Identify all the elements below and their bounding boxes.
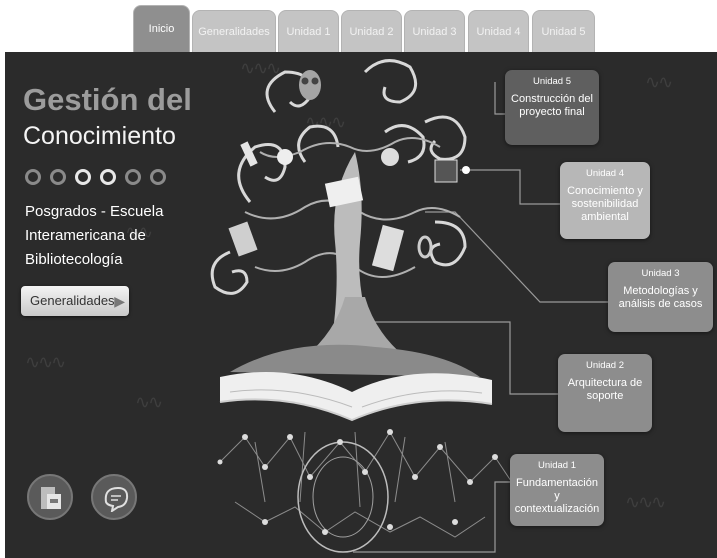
unit-1-description: Fundamentación y contextualización — [514, 477, 600, 515]
unit-4-card[interactable]: Unidad 4 Conocimiento y sostenibilidad a… — [560, 162, 650, 239]
nav-dot[interactable] — [75, 169, 91, 185]
main-stage: ∿∿∿ ∿∿∿ ∿∿ ∿∿ ∿∿∿ ∿∿ ∿∿ ∿∿∿ — [5, 52, 717, 558]
nav-dot[interactable] — [25, 169, 41, 185]
program-subtitle: Posgrados - Escuela Interamericana de Bi… — [25, 203, 164, 268]
unit-3-card[interactable]: Unidad 3 Metodologías y análisis de caso… — [608, 262, 713, 332]
tab-unidad-2[interactable]: Unidad 2 — [341, 10, 402, 52]
generalidades-button-label: Generalidades — [30, 293, 115, 308]
unit-4-description: Conocimiento y sostenibilidad ambiental — [567, 185, 643, 223]
generalidades-button[interactable]: Generalidades ▶ — [21, 286, 129, 316]
unit-5-card[interactable]: Unidad 5 Construcción del proyecto final — [505, 70, 599, 145]
chat-head-icon[interactable] — [91, 474, 137, 520]
unit-2-description: Arquitectura de soporte — [567, 377, 643, 402]
nav-dot[interactable] — [125, 169, 141, 185]
unit-1-title: Unidad 1 — [537, 460, 577, 471]
tab-generalidades[interactable]: Generalidades — [192, 10, 276, 52]
owl-illustration — [299, 70, 321, 100]
chevron-right-icon: ▶ — [114, 293, 125, 309]
unit-3-title: Unidad 3 — [641, 268, 680, 279]
page-title: Gestión del — [23, 82, 192, 117]
nav-dot[interactable] — [50, 169, 66, 185]
unit-2-title: Unidad 2 — [585, 360, 625, 371]
unit-5-title: Unidad 5 — [532, 76, 572, 87]
nav-dot[interactable] — [150, 169, 166, 185]
unit-3-description: Metodologías y análisis de casos — [618, 285, 703, 310]
tab-unidad-1[interactable]: Unidad 1 — [278, 10, 339, 52]
tab-bar: Inicio Generalidades Unidad 1 Unidad 2 U… — [0, 0, 717, 52]
tab-unidad-5[interactable]: Unidad 5 — [532, 10, 595, 52]
tab-inicio[interactable]: Inicio — [133, 5, 190, 52]
unit-4-title: Unidad 4 — [585, 168, 625, 179]
library-book-icon[interactable] — [27, 474, 73, 520]
unit-2-card[interactable]: Unidad 2 Arquitectura de soporte — [558, 354, 652, 432]
carousel-dots — [25, 169, 166, 185]
nav-dot[interactable] — [100, 169, 116, 185]
tab-unidad-3[interactable]: Unidad 3 — [404, 10, 465, 52]
unit-1-card[interactable]: Unidad 1 Fundamentación y contextualizac… — [510, 454, 604, 526]
tab-unidad-4[interactable]: Unidad 4 — [468, 10, 529, 52]
page-title-line2: Conocimiento — [23, 122, 176, 150]
connector-dot — [462, 166, 470, 174]
unit-5-description: Construcción del proyecto final — [511, 93, 593, 118]
